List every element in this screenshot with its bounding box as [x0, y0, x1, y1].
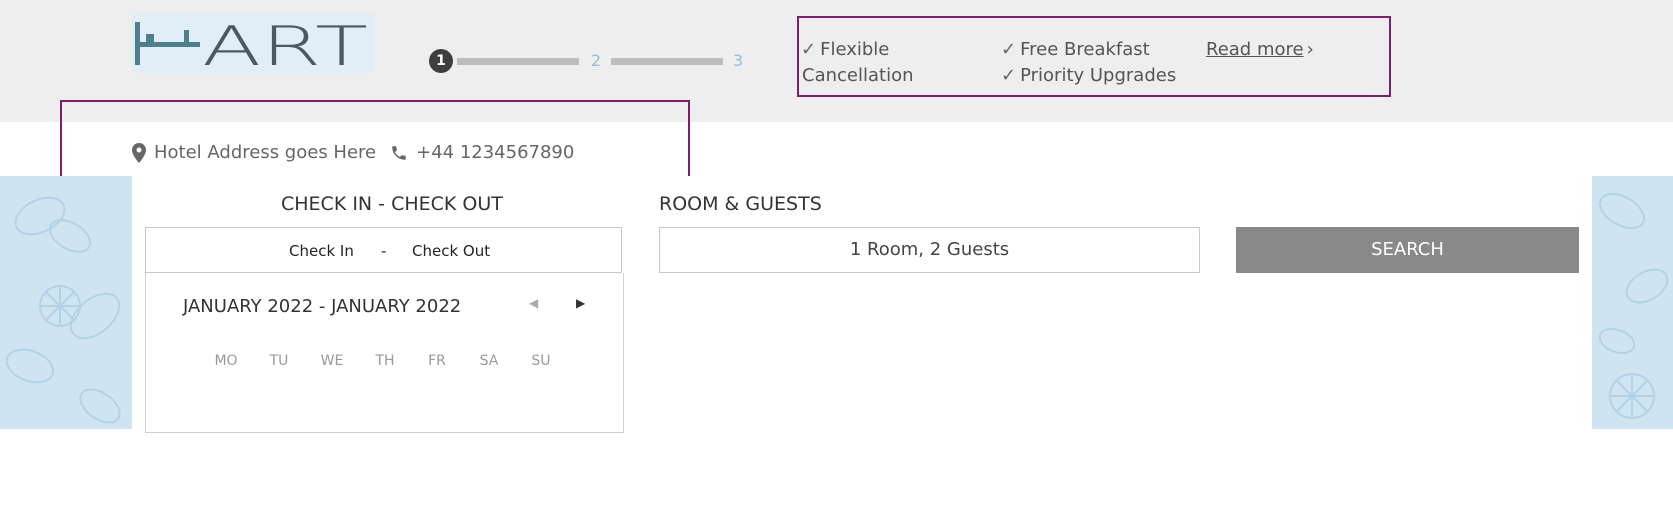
date-separator: - [381, 242, 387, 260]
check-in-field[interactable]: Check In [289, 242, 354, 260]
prev-month-icon[interactable]: ◀ [529, 296, 538, 310]
check-out-field[interactable]: Check Out [412, 242, 490, 260]
weekday-header: MO [214, 353, 238, 369]
weekday-header: SU [531, 353, 551, 369]
butterfly-pattern-graphic [1598, 192, 1669, 419]
guests-label: ROOM & GUESTS [659, 193, 822, 215]
weekday-header: SA [479, 353, 499, 369]
benefit-priority-upgrades: ✓ Priority Upgrades [1001, 65, 1177, 86]
date-range-input[interactable]: Check In - Check Out [145, 227, 622, 273]
check-icon: ✓ [801, 39, 817, 60]
butterfly-pattern-right [1592, 176, 1673, 429]
butterfly-pattern-left [0, 176, 132, 429]
step-3[interactable]: 3 [726, 49, 750, 73]
weekday-header: WE [320, 353, 344, 369]
benefit-flexible: ✓ Flexible [801, 39, 890, 60]
room-guests-select[interactable]: 1 Room, 2 Guests [659, 227, 1200, 273]
hotel-phone[interactable]: +44 1234567890 [416, 142, 574, 163]
phone-icon [392, 145, 406, 160]
check-icon: ✓ [1001, 39, 1017, 60]
svg-text:ART: ART [202, 15, 368, 73]
booking-steps: 1 2 3 [429, 49, 743, 79]
benefit-cancellation: Cancellation [802, 65, 914, 86]
search-button[interactable]: SEARCH [1236, 227, 1579, 273]
step-2[interactable]: 2 [584, 49, 608, 73]
calendar-dropdown: JANUARY 2022 - JANUARY 2022 ◀ ▶ MO TU WE… [145, 273, 624, 433]
hotel-address: Hotel Address goes Here [154, 142, 377, 163]
weekday-header: TU [269, 353, 289, 369]
map-pin-icon [132, 142, 146, 163]
calendar-title: JANUARY 2022 - JANUARY 2022 [183, 296, 462, 317]
step-connector [457, 58, 579, 65]
butterfly-pattern-graphic [5, 196, 121, 424]
dates-label: CHECK IN - CHECK OUT [281, 193, 503, 215]
contact-row: Hotel Address goes Here +44 1234567890 [132, 142, 574, 163]
benefits-box: ✓ Flexible Cancellation ✓ Free Breakfast ✓… [797, 16, 1391, 97]
weekday-header: FR [428, 353, 446, 369]
booking-band: CHECK IN - CHECK OUT ROOM & GUESTS Check… [0, 176, 1673, 433]
benefit-free-breakfast: ✓ Free Breakfast [1001, 39, 1150, 60]
chevron-right-icon: › [1306, 39, 1314, 60]
hart-logo-graphic: ART [132, 14, 374, 73]
weekday-header: TH [375, 353, 395, 369]
read-more-link[interactable]: Read more › [1206, 39, 1314, 60]
hotel-logo[interactable]: ART [132, 14, 374, 73]
contact-box: Hotel Address goes Here +44 1234567890 [60, 100, 690, 180]
check-icon: ✓ [1001, 65, 1017, 86]
step-1[interactable]: 1 [429, 49, 453, 73]
next-month-icon[interactable]: ▶ [576, 296, 585, 310]
step-connector [611, 58, 723, 65]
